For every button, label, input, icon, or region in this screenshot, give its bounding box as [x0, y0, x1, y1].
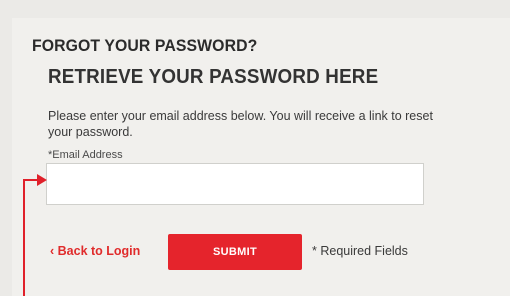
pointer-arrow-head	[37, 174, 47, 186]
back-to-login-link[interactable]: ‹ Back to Login	[50, 244, 140, 258]
instructions-text: Please enter your email address below. Y…	[48, 109, 433, 139]
email-field[interactable]	[46, 163, 424, 205]
pointer-arrow-icon	[23, 179, 25, 296]
section-title: FORGOT YOUR PASSWORD?	[32, 36, 258, 55]
submit-button[interactable]: SUBMIT	[168, 234, 302, 270]
email-field-label: *Email Address	[48, 149, 123, 161]
retrieve-password-heading: RETRIEVE YOUR PASSWORD HERE	[48, 66, 379, 88]
required-fields-note: * Required Fields	[312, 244, 408, 258]
